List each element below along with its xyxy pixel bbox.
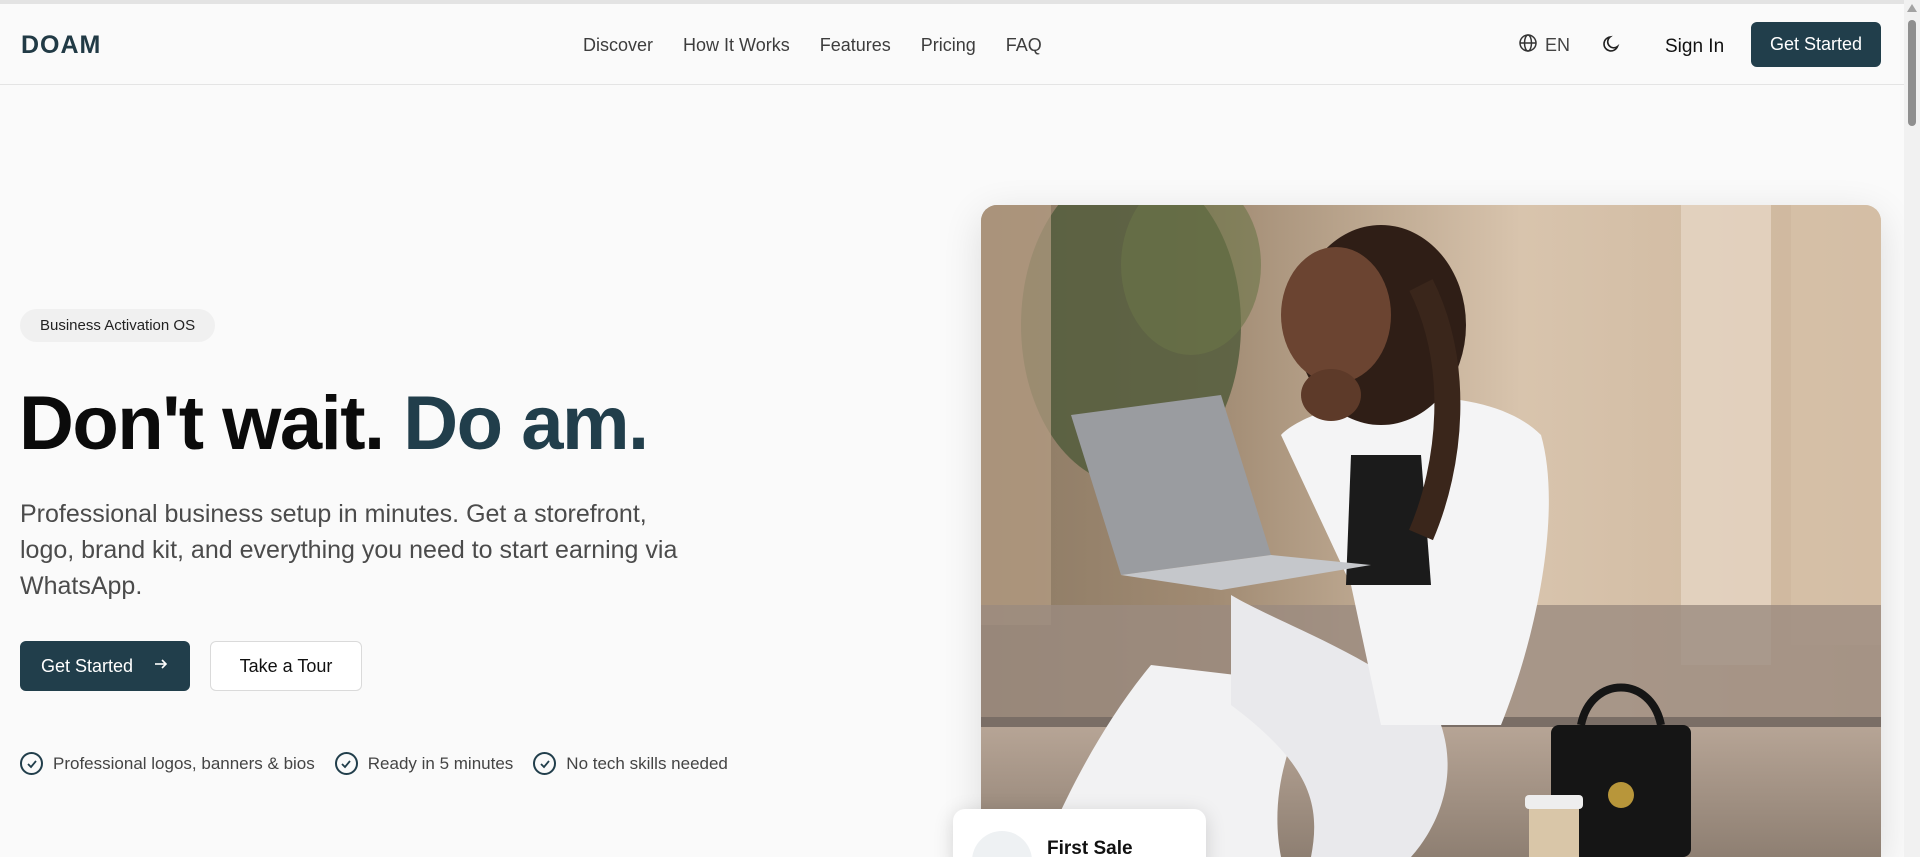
hero-badge: Business Activation OS bbox=[20, 309, 216, 342]
feature-label: Professional logos, banners & bios bbox=[53, 753, 315, 773]
language-switcher[interactable]: EN bbox=[1518, 33, 1570, 58]
language-label: EN bbox=[1545, 35, 1571, 55]
arrow-right-icon bbox=[153, 656, 169, 677]
nav-how-it-works[interactable]: How It Works bbox=[683, 35, 790, 56]
take-a-tour-button[interactable]: Take a Tour bbox=[210, 641, 362, 691]
nav-faq[interactable]: FAQ bbox=[1006, 35, 1042, 56]
check-circle-icon bbox=[533, 752, 557, 775]
theme-toggle[interactable] bbox=[1602, 34, 1622, 59]
sign-in-link[interactable]: Sign In bbox=[1665, 36, 1724, 58]
check-circle-icon bbox=[334, 752, 358, 775]
globe-icon bbox=[1518, 33, 1538, 58]
hero-headline: Don't wait. Do am. bbox=[19, 379, 649, 469]
hero-cta-label: Get Started bbox=[40, 655, 134, 676]
feature-item: Ready in 5 minutes bbox=[334, 752, 514, 775]
main-nav: Discover How It Works Features Pricing F… bbox=[583, 35, 1072, 56]
moon-icon bbox=[1602, 35, 1622, 58]
nav-discover[interactable]: Discover bbox=[583, 35, 653, 56]
feature-label: No tech skills needed bbox=[566, 753, 728, 773]
feature-item: No tech skills needed bbox=[533, 752, 728, 775]
headline-main: Don't wait. bbox=[19, 381, 385, 466]
scroll-thumb[interactable] bbox=[1908, 20, 1916, 126]
site-header: DOAM Discover How It Works Features Pric… bbox=[0, 4, 1904, 85]
trend-icon bbox=[972, 831, 1032, 857]
brand-logo[interactable]: DOAM bbox=[21, 31, 101, 60]
first-sale-card: First Sale bbox=[953, 809, 1206, 857]
hero-photo bbox=[981, 205, 1881, 857]
feature-list: Professional logos, banners & bios Ready… bbox=[20, 752, 748, 775]
nav-pricing[interactable]: Pricing bbox=[921, 35, 976, 56]
scroll-up-arrow-icon[interactable] bbox=[1907, 4, 1917, 12]
hero-get-started-button[interactable]: Get Started bbox=[20, 641, 190, 691]
feature-item: Professional logos, banners & bios bbox=[20, 752, 315, 775]
first-sale-title: First Sale bbox=[1047, 838, 1133, 857]
feature-label: Ready in 5 minutes bbox=[367, 753, 514, 773]
nav-features[interactable]: Features bbox=[820, 35, 891, 56]
header-get-started-button[interactable]: Get Started bbox=[1751, 22, 1881, 67]
headline-accent: Do am. bbox=[403, 381, 649, 466]
page-scrollbar[interactable] bbox=[1904, 0, 1920, 857]
check-circle-icon bbox=[20, 752, 43, 775]
hero-subtitle: Professional business setup in minutes. … bbox=[20, 500, 678, 600]
